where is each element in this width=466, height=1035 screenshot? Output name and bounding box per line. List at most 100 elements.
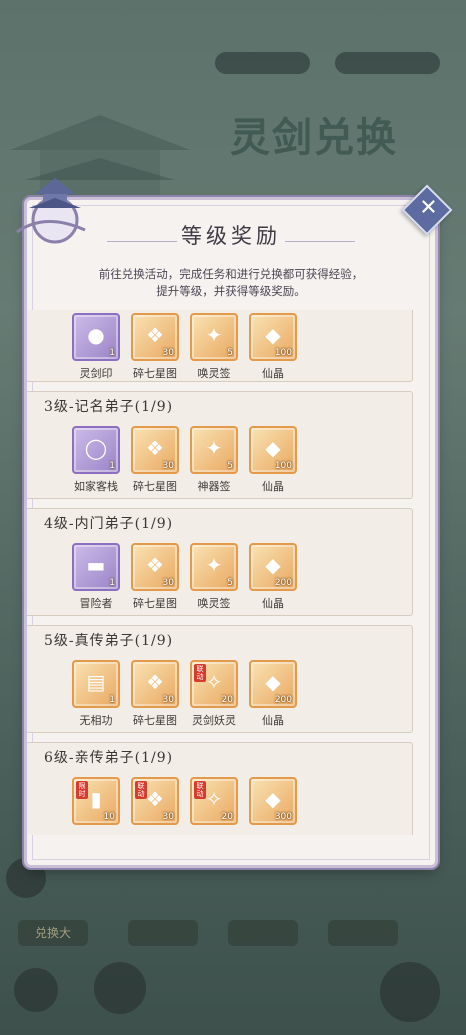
talisman-icon[interactable]: ✦ 5 (190, 543, 238, 591)
reward-item[interactable]: ❖ 联动 30 (127, 777, 183, 825)
item-glyph: ✦ (205, 553, 223, 577)
item-name: 碎七星图 (133, 480, 177, 493)
item-quantity: 5 (227, 578, 233, 588)
item-quantity: 5 (227, 348, 233, 358)
scroll-icon[interactable]: ❖ 30 (131, 660, 179, 708)
reward-item[interactable]: ● 1 灵剑印 (68, 313, 124, 381)
item-glyph: ◆ (265, 670, 281, 694)
item-quantity: 30 (162, 348, 174, 358)
reward-item[interactable]: ❖ 30 碎七星图 (127, 543, 183, 611)
reward-item[interactable]: ❖ 30 碎七星图 (127, 313, 183, 381)
item-name: 无相功 (79, 714, 113, 727)
item-tag-badge: 联动 (194, 664, 206, 682)
item-name: 灵剑印 (79, 367, 113, 380)
item-quantity: 1 (109, 695, 115, 705)
reward-item[interactable]: ✧ 联动 20 灵剑妖灵 (186, 660, 242, 728)
item-name: 仙晶 (262, 367, 284, 380)
reward-item[interactable]: ◆ 100 仙晶 (245, 426, 301, 494)
reward-item[interactable]: ▮ 限时 10 (68, 777, 124, 825)
item-quantity: 100 (274, 461, 292, 471)
crystal-icon[interactable]: ◆ 200 (249, 660, 297, 708)
reward-card: ● 1 灵剑印 ❖ 30 碎七星图 ✦ 5 唤灵签 ◆ 100 仙晶 (27, 310, 413, 382)
item-name: 如家客栈 (74, 480, 118, 493)
item-glyph: ❖ (146, 436, 164, 460)
item-name: 唤灵签 (197, 597, 231, 610)
plaque-icon[interactable]: ▬ 1 (72, 543, 120, 591)
reward-item[interactable]: ▤ 1 无相功 (68, 660, 124, 728)
reward-item[interactable]: ◯ 1 如家客栈 (68, 426, 124, 494)
reward-item[interactable]: ✧ 联动 20 (186, 777, 242, 825)
item-glyph: ✦ (205, 436, 223, 460)
close-icon: ✕ (419, 195, 438, 221)
dialog-title: 等级奖励 (181, 224, 281, 248)
spirit-icon[interactable]: ✧ 联动 20 (190, 660, 238, 708)
level-header: 3级-记名弟子(1/9) (44, 399, 174, 415)
item-quantity: 30 (162, 461, 174, 471)
item-glyph: ❖ (146, 553, 164, 577)
item-quantity: 30 (162, 812, 174, 822)
reward-card: 6级-亲传弟子(1/9) ▮ 限时 10 ❖ 联动 30 ✧ 联动 20 ◆ 300 (27, 742, 413, 835)
crystal-icon[interactable]: ◆ 100 (249, 313, 297, 361)
item-name: 碎七星图 (133, 597, 177, 610)
item-tag-badge: 联动 (194, 781, 206, 799)
reward-item[interactable]: ◆ 200 仙晶 (245, 660, 301, 728)
item-tag-badge: 限时 (76, 781, 88, 799)
crystal-icon[interactable]: ◆ 300 (249, 777, 297, 825)
reward-list[interactable]: ● 1 灵剑印 ❖ 30 碎七星图 ✦ 5 唤灵签 ◆ 100 仙晶 3级-记名弟子(1/9) ◯ 1 如家客… (27, 310, 435, 835)
reward-item[interactable]: ✦ 5 唤灵签 (186, 543, 242, 611)
reward-item[interactable]: ◆ 300 (245, 777, 301, 825)
ticket-icon[interactable]: ▮ 限时 10 (72, 777, 120, 825)
item-glyph: ◆ (265, 553, 281, 577)
item-quantity: 200 (274, 578, 292, 588)
seal-icon[interactable]: ● 1 (72, 313, 120, 361)
item-glyph: ✦ (205, 323, 223, 347)
item-name: 碎七星图 (133, 714, 177, 727)
item-quantity: 30 (162, 578, 174, 588)
item-glyph: ● (87, 323, 105, 347)
item-name: 唤灵签 (197, 367, 231, 380)
item-quantity: 300 (274, 812, 292, 822)
item-quantity: 200 (274, 695, 292, 705)
reward-card: 3级-记名弟子(1/9) ◯ 1 如家客栈 ❖ 30 碎七星图 ✦ 5 神器签 ◆ 100 仙晶 (27, 391, 413, 499)
spirit-icon[interactable]: ✧ 联动 20 (190, 777, 238, 825)
reward-item[interactable]: ❖ 30 碎七星图 (127, 660, 183, 728)
dialog-description: 前往兑换活动，完成任务和进行兑换都可获得经验， 提升等级，并获得等级奖励。 (98, 267, 364, 298)
crystal-icon[interactable]: ◆ 200 (249, 543, 297, 591)
item-name: 冒险者 (79, 597, 113, 610)
item-quantity: 10 (103, 812, 115, 822)
item-quantity: 1 (109, 461, 115, 471)
reward-item[interactable]: ◆ 100 仙晶 (245, 313, 301, 381)
reward-card: 4级-内门弟子(1/9) ▬ 1 冒险者 ❖ 30 碎七星图 ✦ 5 唤灵签 ◆ 200 仙晶 (27, 508, 413, 616)
item-quantity: 30 (162, 695, 174, 705)
item-glyph: ▬ (86, 553, 106, 577)
item-glyph: ❖ (146, 670, 164, 694)
item-name: 仙晶 (262, 714, 284, 727)
scroll-icon[interactable]: ❖ 联动 30 (131, 777, 179, 825)
item-glyph: ◆ (265, 436, 281, 460)
level-header: 5级-真传弟子(1/9) (44, 633, 174, 649)
level-reward-dialog: ✕ 等级奖励 前往兑换活动，完成任务和进行兑换都可获得经验， 提升等级，并获得等… (16, 178, 453, 865)
item-glyph: ◆ (265, 323, 281, 347)
book-icon[interactable]: ▤ 1 (72, 660, 120, 708)
scroll-icon[interactable]: ❖ 30 (131, 313, 179, 361)
ring-icon[interactable]: ◯ 1 (72, 426, 120, 474)
talisman-icon[interactable]: ✦ 5 (190, 313, 238, 361)
reward-item[interactable]: ✦ 5 唤灵签 (186, 313, 242, 381)
item-name: 仙晶 (262, 597, 284, 610)
reward-item[interactable]: ◆ 200 仙晶 (245, 543, 301, 611)
level-header: 6级-亲传弟子(1/9) (44, 750, 174, 766)
reward-item[interactable]: ❖ 30 碎七星图 (127, 426, 183, 494)
item-glyph: ◯ (84, 436, 108, 460)
scroll-icon[interactable]: ❖ 30 (131, 543, 179, 591)
item-name: 碎七星图 (133, 367, 177, 380)
item-tag-badge: 联动 (135, 781, 147, 799)
reward-item[interactable]: ✦ 5 神器签 (186, 426, 242, 494)
talisman-icon[interactable]: ✦ 5 (190, 426, 238, 474)
reward-card: 5级-真传弟子(1/9) ▤ 1 无相功 ❖ 30 碎七星图 ✧ 联动 20 灵剑妖灵 ◆ 200 仙晶 (27, 625, 413, 733)
reward-item[interactable]: ▬ 1 冒险者 (68, 543, 124, 611)
item-quantity: 20 (221, 812, 233, 822)
item-glyph: ▤ (86, 670, 106, 694)
scroll-icon[interactable]: ❖ 30 (131, 426, 179, 474)
item-name: 神器签 (197, 480, 231, 493)
crystal-icon[interactable]: ◆ 100 (249, 426, 297, 474)
